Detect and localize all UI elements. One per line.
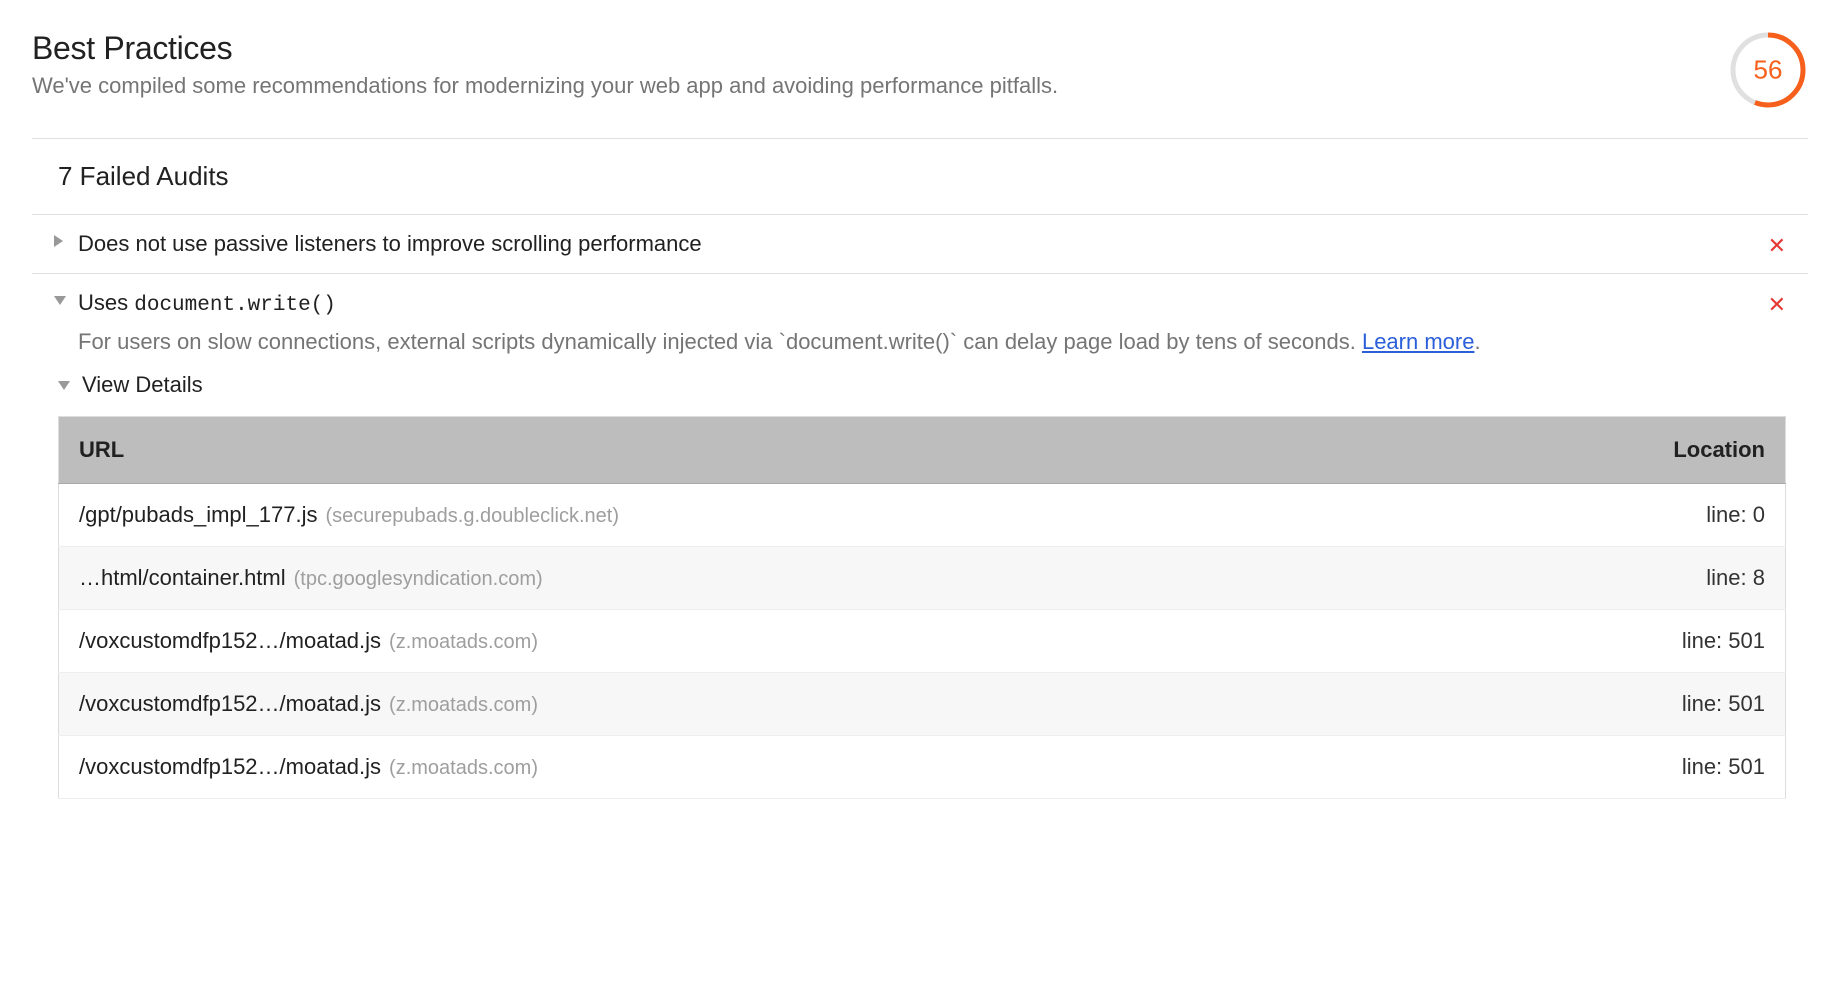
- audit-title: Uses document.write(): [78, 288, 1752, 320]
- url-host: (z.moatads.com): [381, 757, 538, 779]
- audit-row[interactable]: Does not use passive listeners to improv…: [32, 215, 1808, 274]
- url-host: (tpc.googlesyndication.com): [286, 568, 543, 590]
- audit-title-prefix: Uses: [78, 290, 134, 315]
- header-section: Best Practices We've compiled some recom…: [32, 30, 1808, 139]
- score-value: 56: [1754, 55, 1783, 86]
- audit-content: Uses document.write() For users on slow …: [78, 288, 1768, 358]
- failed-audits-heading: 7 Failed Audits: [32, 139, 1808, 215]
- table-row: /voxcustomdfp152…/moatad.js(z.moatads.co…: [59, 736, 1786, 799]
- url-path: /voxcustomdfp152…/moatad.js: [79, 754, 381, 779]
- cell-location: line: 501: [1465, 673, 1785, 736]
- audit-status: ✕: [1768, 229, 1786, 259]
- cell-location: line: 501: [1465, 736, 1785, 799]
- audit-row-expanded: Uses document.write() For users on slow …: [32, 274, 1808, 799]
- audit-description: For users on slow connections, external …: [78, 326, 1752, 358]
- audit-description-text: For users on slow connections, external …: [78, 329, 1362, 354]
- cell-location: line: 0: [1465, 484, 1785, 547]
- learn-more-link[interactable]: Learn more: [1362, 329, 1475, 354]
- audit-title-code: document.write(): [134, 294, 336, 317]
- table-row: /gpt/pubads_impl_177.js(securepubads.g.d…: [59, 484, 1786, 547]
- view-details-label: View Details: [82, 372, 203, 398]
- audit-status: ✕: [1768, 288, 1786, 318]
- chevron-right-icon: [54, 235, 63, 247]
- cell-url: …html/container.html(tpc.googlesyndicati…: [59, 547, 1466, 610]
- url-path: …html/container.html: [79, 565, 286, 590]
- url-path: /gpt/pubads_impl_177.js: [79, 502, 318, 527]
- audit-title: Does not use passive listeners to improv…: [78, 229, 1752, 259]
- url-path: /voxcustomdfp152…/moatad.js: [79, 628, 381, 653]
- col-url: URL: [59, 417, 1466, 484]
- cell-url: /gpt/pubads_impl_177.js(securepubads.g.d…: [59, 484, 1466, 547]
- cell-location: line: 501: [1465, 610, 1785, 673]
- col-location: Location: [1465, 417, 1785, 484]
- expand-toggle[interactable]: [54, 288, 78, 305]
- score-gauge: 56: [1728, 30, 1808, 110]
- fail-icon: ✕: [1768, 233, 1786, 258]
- fail-icon: ✕: [1768, 292, 1786, 317]
- view-details-toggle-row[interactable]: View Details: [54, 358, 1786, 416]
- table-row: /voxcustomdfp152…/moatad.js(z.moatads.co…: [59, 610, 1786, 673]
- chevron-down-icon: [58, 381, 70, 390]
- cell-url: /voxcustomdfp152…/moatad.js(z.moatads.co…: [59, 736, 1466, 799]
- expand-toggle[interactable]: [58, 381, 82, 390]
- cell-url: /voxcustomdfp152…/moatad.js(z.moatads.co…: [59, 673, 1466, 736]
- url-host: (z.moatads.com): [381, 694, 538, 716]
- expand-toggle[interactable]: [54, 229, 78, 247]
- table-header-row: URL Location: [59, 417, 1786, 484]
- page-subtitle: We've compiled some recommendations for …: [32, 71, 1728, 102]
- url-path: /voxcustomdfp152…/moatad.js: [79, 691, 381, 716]
- header-text: Best Practices We've compiled some recom…: [32, 30, 1728, 102]
- details-table: URL Location /gpt/pubads_impl_177.js(sec…: [58, 416, 1786, 799]
- cell-url: /voxcustomdfp152…/moatad.js(z.moatads.co…: [59, 610, 1466, 673]
- url-host: (securepubads.g.doubleclick.net): [318, 505, 620, 527]
- page-title: Best Practices: [32, 30, 1728, 67]
- chevron-down-icon: [54, 296, 66, 305]
- cell-location: line: 8: [1465, 547, 1785, 610]
- audit-content: Does not use passive listeners to improv…: [78, 229, 1768, 259]
- table-row: …html/container.html(tpc.googlesyndicati…: [59, 547, 1786, 610]
- table-row: /voxcustomdfp152…/moatad.js(z.moatads.co…: [59, 673, 1786, 736]
- url-host: (z.moatads.com): [381, 631, 538, 653]
